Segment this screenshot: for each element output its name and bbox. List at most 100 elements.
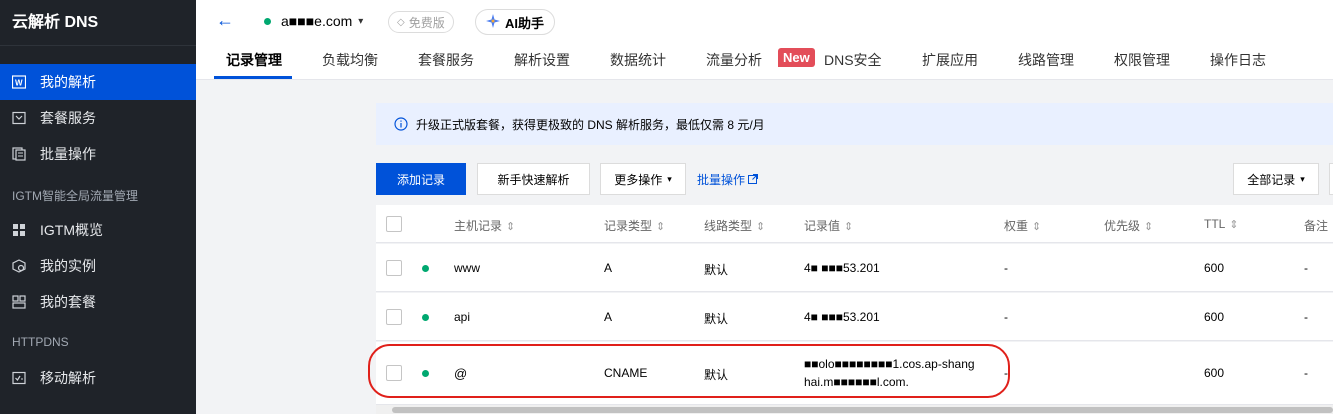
tab-record-management[interactable]: 记录管理 bbox=[226, 50, 282, 70]
sidebar-item-my-package[interactable]: 我的套餐 bbox=[0, 284, 196, 320]
diamond-icon: ◇ bbox=[397, 16, 405, 28]
tab-load-balance[interactable]: 负载均衡 bbox=[322, 50, 378, 70]
header-ttl[interactable]: TTL ⇕ bbox=[1204, 217, 1239, 231]
domain-name: a■■■e.com bbox=[281, 13, 353, 29]
batch-icon bbox=[12, 147, 26, 161]
table-row[interactable]: www A 默认 4■ ■■■53.201 - 600 - bbox=[376, 244, 1333, 292]
row-checkbox[interactable] bbox=[386, 309, 402, 325]
ai-assistant-button[interactable]: AI助手 bbox=[475, 9, 556, 35]
cell-ttl: 600 bbox=[1204, 310, 1225, 324]
header-host[interactable]: 主机记录 ⇕ bbox=[454, 217, 515, 234]
w-icon: W bbox=[12, 75, 26, 89]
record-filter-value: 全部记录 bbox=[1247, 172, 1296, 187]
grid-icon bbox=[12, 223, 26, 237]
tab-extensions[interactable]: 扩展应用 bbox=[922, 50, 978, 70]
cell-note: - bbox=[1304, 261, 1308, 275]
quick-resolve-button[interactable]: 新手快速解析 bbox=[477, 163, 590, 195]
cell-host: api bbox=[454, 310, 471, 324]
sort-icon: ⇕ bbox=[1144, 221, 1154, 233]
domain-selector[interactable]: a■■■e.com ▾ bbox=[264, 13, 363, 29]
sort-icon: ⇕ bbox=[1229, 219, 1239, 231]
header-type[interactable]: 记录类型 ⇕ bbox=[604, 217, 665, 234]
sidebar-item-label: 我的实例 bbox=[40, 258, 96, 274]
chevron-down-icon: ▾ bbox=[667, 173, 672, 184]
batch-operation-link[interactable]: 批量操作 bbox=[697, 171, 759, 188]
header-note: 备注 bbox=[1304, 219, 1329, 233]
cell-line: 默认 bbox=[704, 263, 729, 277]
sort-icon: ⇕ bbox=[656, 221, 666, 233]
cell-value: 4■ ■■■53.201 bbox=[804, 261, 880, 275]
cell-ttl: 600 bbox=[1204, 366, 1225, 380]
chevron-down-icon: ▾ bbox=[1300, 173, 1305, 184]
new-badge: New bbox=[778, 48, 815, 67]
sidebar-group-igtm: IGTM智能全局流量管理 bbox=[12, 189, 138, 203]
sort-icon: ⇕ bbox=[756, 221, 766, 233]
sort-icon: ⇕ bbox=[844, 221, 854, 233]
header-weight[interactable]: 权重 ⇕ bbox=[1004, 217, 1041, 234]
scrollbar-thumb[interactable] bbox=[392, 407, 1333, 413]
horizontal-scrollbar[interactable] bbox=[376, 405, 1333, 414]
sparkle-icon bbox=[486, 13, 500, 31]
sidebar: 云解析 DNS W 我的解析 套餐服务 批量操作 IGTM智能全局流量管理 IG… bbox=[0, 0, 196, 414]
list-icon bbox=[12, 295, 26, 309]
sidebar-item-label: IGTM概览 bbox=[40, 222, 103, 238]
status-dot bbox=[422, 314, 429, 321]
tab-traffic-analysis[interactable]: 流量分析 bbox=[706, 50, 762, 70]
header-priority[interactable]: 优先级 ⇕ bbox=[1104, 217, 1153, 234]
cell-value: 4■ ■■■53.201 bbox=[804, 310, 880, 324]
cell-weight: - bbox=[1004, 310, 1008, 324]
status-dot bbox=[422, 265, 429, 272]
tab-statistics[interactable]: 数据统计 bbox=[610, 50, 666, 70]
cell-type: A bbox=[604, 310, 613, 324]
highlight-annotation bbox=[368, 344, 1010, 398]
cell-note: - bbox=[1304, 366, 1308, 380]
tab-dns-security[interactable]: DNS安全 bbox=[824, 50, 882, 70]
free-edition-label: 免费版 bbox=[408, 15, 445, 30]
instance-icon bbox=[12, 259, 26, 273]
add-record-button[interactable]: 添加记录 bbox=[376, 163, 466, 195]
record-filter-select[interactable]: 全部记录 ▾ bbox=[1233, 163, 1319, 195]
chevron-down-icon: ▾ bbox=[358, 15, 364, 27]
sidebar-item-label: 我的解析 bbox=[40, 74, 96, 90]
row-checkbox[interactable] bbox=[386, 260, 402, 276]
sidebar-title: 云解析 DNS bbox=[0, 0, 196, 46]
sidebar-item-label: 套餐服务 bbox=[40, 110, 96, 126]
cell-note: - bbox=[1304, 310, 1308, 324]
ai-assistant-label: AI助手 bbox=[505, 15, 545, 31]
notice-text: 升级正式版套餐，获得更极致的 DNS 解析服务，最低仅需 8 元/月 bbox=[416, 117, 765, 132]
cell-ttl: 600 bbox=[1204, 261, 1225, 275]
header-line[interactable]: 线路类型 ⇕ bbox=[704, 217, 765, 234]
free-edition-badge[interactable]: ◇ 免费版 bbox=[388, 11, 454, 33]
toolbar-overflow-button[interactable] bbox=[1329, 163, 1333, 195]
tab-resolve-settings[interactable]: 解析设置 bbox=[514, 50, 570, 70]
tab-permissions[interactable]: 权限管理 bbox=[1114, 50, 1170, 70]
table-row[interactable]: api A 默认 4■ ■■■53.201 - 600 - bbox=[376, 293, 1333, 341]
svg-text:W: W bbox=[15, 79, 23, 88]
tab-operation-log[interactable]: 操作日志 bbox=[1210, 50, 1266, 70]
sidebar-group-httpdns: HTTPDNS bbox=[12, 335, 69, 349]
sidebar-item-label: 移动解析 bbox=[40, 370, 96, 386]
sidebar-item-igtm-overview[interactable]: IGTM概览 bbox=[0, 212, 196, 248]
cell-line: 默认 bbox=[704, 312, 729, 326]
top-bar: ← a■■■e.com ▾ ◇ 免费版 AI助手 记录管理 负载均衡 套餐服务 … bbox=[196, 0, 1333, 80]
sidebar-item-mobile-dns[interactable]: 移动解析 bbox=[0, 360, 196, 396]
tab-package-service[interactable]: 套餐服务 bbox=[418, 50, 474, 70]
external-link-icon bbox=[748, 173, 759, 187]
tab-line-management[interactable]: 线路管理 bbox=[1018, 50, 1074, 70]
sidebar-item-label: 批量操作 bbox=[40, 146, 96, 162]
cell-weight: - bbox=[1004, 261, 1008, 275]
header-value[interactable]: 记录值 ⇕ bbox=[804, 217, 853, 234]
select-all-checkbox[interactable] bbox=[386, 216, 402, 232]
sidebar-item-package[interactable]: 套餐服务 bbox=[0, 100, 196, 136]
sort-icon: ⇕ bbox=[1032, 221, 1042, 233]
sidebar-item-batch[interactable]: 批量操作 bbox=[0, 136, 196, 172]
status-dot bbox=[264, 17, 271, 25]
sidebar-item-my-dns[interactable]: W 我的解析 bbox=[0, 64, 196, 100]
sidebar-item-my-instance[interactable]: 我的实例 bbox=[0, 248, 196, 284]
mobile-icon bbox=[12, 371, 26, 385]
cell-host: www bbox=[454, 261, 480, 275]
cell-type: A bbox=[604, 261, 613, 275]
info-icon bbox=[394, 117, 408, 131]
more-actions-button[interactable]: 更多操作 ▾ bbox=[600, 163, 686, 195]
back-arrow-icon[interactable]: ← bbox=[216, 10, 234, 31]
